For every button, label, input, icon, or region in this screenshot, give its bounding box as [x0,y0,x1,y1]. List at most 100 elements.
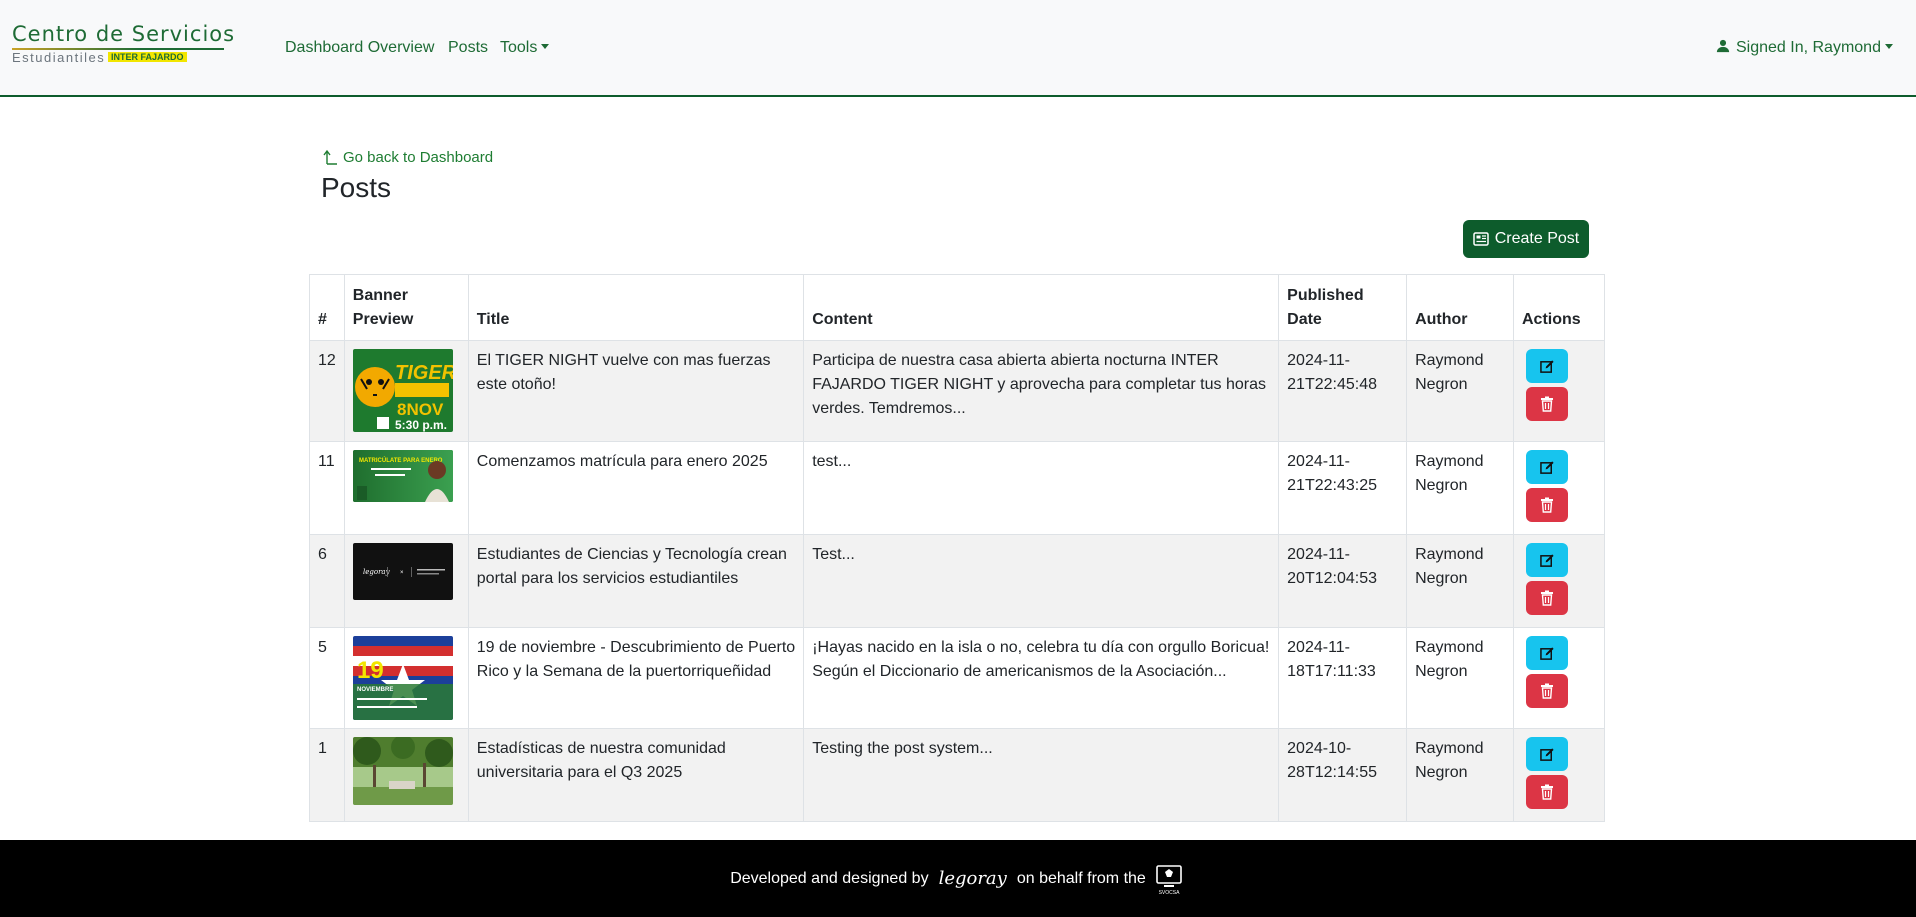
post-date: 2024-11- 21T22:43:25 [1278,441,1408,535]
post-title: El TIGER NIGHT vuelve con mas fuerzas es… [467,340,805,442]
nav-tools-dropdown[interactable]: Tools [500,38,550,58]
delete-post-button[interactable] [1526,488,1568,522]
header-banner-preview: Banner Preview [343,274,469,341]
edit-icon [1539,359,1554,373]
banner-thumbnail[interactable]: TIGER 8NOV 5:30 p.m. [352,349,453,432]
edit-post-button[interactable] [1526,737,1568,771]
table-row: 5 19 NOVIEMBRE 19 de noviembre - Descubr… [309,627,1605,729]
post-content: Participa de nuestra casa abierta abiert… [803,340,1280,442]
date-part: 2024-10- [1287,740,1352,757]
thumb-matricula-text: MATRICÚLATE PARA ENERO [359,457,443,464]
actions-cell [1513,340,1605,442]
brand-logo[interactable]: Centro de Servicios Estudiantiles INTER … [12,22,234,66]
post-title: Comenzamos matrícula para enero 2025 [467,441,805,535]
banner-cell [343,728,469,822]
computer-logo-icon: SVOCSA [1156,864,1182,896]
post-author: Raymond Negron [1406,441,1514,535]
date-part: 2024-11- [1287,639,1350,656]
banner-thumbnail[interactable]: MATRICÚLATE PARA ENERO [352,450,453,502]
banner-cell: 19 NOVIEMBRE [343,627,469,729]
author-last: Negron [1415,376,1468,393]
post-date: 2024-11- 20T12:04:53 [1278,534,1408,628]
author-last: Negron [1415,570,1468,587]
svg-text:legoray: legoray [363,568,391,576]
post-date: 2024-11- 21T22:45:48 [1278,340,1408,442]
post-id: 5 [309,627,345,729]
date-part: 2024-11- [1287,546,1350,563]
delete-post-button[interactable] [1526,775,1568,809]
nav-dashboard-overview[interactable]: Dashboard Overview [285,38,434,58]
post-id: 1 [309,728,345,822]
post-content: Testing the post system... [803,728,1280,822]
nav-posts[interactable]: Posts [448,38,488,58]
header-published-date: Published Date [1278,274,1408,341]
post-title: Estadísticas de nuestra comunidad univer… [467,728,805,822]
trash-icon [1541,396,1553,412]
date-part: 2024-11- [1287,453,1350,470]
svocsa-logo-text: SVOCSA [1158,890,1180,896]
top-navbar: Centro de Servicios Estudiantiles INTER … [0,0,1916,97]
date-part: 21T22:43:25 [1287,477,1377,494]
post-author: Raymond Negron [1406,627,1514,729]
post-date: 2024-11- 18T17:11:33 [1278,627,1408,729]
post-id: 6 [309,534,345,628]
table-header-row: # Banner Preview Title Content Published… [309,274,1605,341]
newspaper-icon [1473,232,1489,246]
thumb-19-text: 19 [357,657,384,684]
banner-cell: MATRICÚLATE PARA ENERO [343,441,469,535]
thumb-noviembre-text: NOVIEMBRE [357,687,393,693]
banner-thumbnail[interactable] [352,737,453,805]
trash-icon [1541,497,1553,513]
edit-post-button[interactable] [1526,543,1568,577]
delete-post-button[interactable] [1526,581,1568,615]
trash-icon [1541,590,1553,606]
back-link-label: Go back to Dashboard [343,149,494,166]
delete-post-button[interactable] [1526,674,1568,708]
edit-icon [1539,460,1554,474]
actions-cell [1513,534,1605,628]
footer: Developed and designed by legoray on beh… [0,840,1916,917]
user-menu-dropdown[interactable]: Signed In, Raymond [1716,38,1893,58]
posts-table: # Banner Preview Title Content Published… [309,274,1605,822]
post-content: ¡Hayas nacido en la isla o no, celebra t… [803,627,1280,729]
author-first: Raymond [1415,639,1484,656]
post-id: 12 [309,340,345,442]
date-part: 21T22:45:48 [1287,376,1377,393]
actions-cell [1513,627,1605,729]
back-to-dashboard-link[interactable]: Go back to Dashboard [323,148,493,168]
edit-icon [1539,747,1554,761]
post-author: Raymond Negron [1406,340,1514,442]
banner-cell: TIGER 8NOV 5:30 p.m. [343,340,469,442]
create-post-button[interactable]: Create Post [1463,220,1589,258]
header-title: Title [467,274,805,341]
table-row: 11 MATRICÚLATE PARA ENERO Comenzamos mat… [309,441,1605,535]
svg-text:×: × [400,570,404,576]
nav-tools-label: Tools [500,39,538,56]
date-part: 18T17:11:33 [1287,663,1376,680]
svocsa-logo[interactable]: SVOCSA [1152,862,1186,896]
thumb-tiger-text: TIGER [395,362,453,384]
brand-subtitle: Estudiantiles [12,50,106,65]
edit-icon [1539,646,1554,660]
post-author: Raymond Negron [1406,534,1514,628]
banner-thumbnail[interactable]: 19 NOVIEMBRE [352,636,453,720]
table-row: 1 Estadísticas de nuestra comunidad univ… [309,728,1605,822]
edit-post-button[interactable] [1526,450,1568,484]
edit-post-button[interactable] [1526,349,1568,383]
post-date: 2024-10- 28T12:14:55 [1278,728,1408,822]
edit-post-button[interactable] [1526,636,1568,670]
page-title: Posts [321,172,392,203]
author-last: Negron [1415,764,1468,781]
table-row: 12 TIGER 8NOV 5:30 p.m. El TIGER NIGHT v… [309,340,1605,442]
developer-signature[interactable]: legoray [939,868,1007,889]
banner-cell: legoray × [343,534,469,628]
author-first: Raymond [1415,740,1484,757]
footer-middle: on behalf from the [1016,869,1146,887]
date-part: 2024-11- [1287,352,1350,369]
brand-title: Centro de Servicios [12,22,236,46]
actions-cell [1513,728,1605,822]
banner-thumbnail[interactable]: legoray × [352,543,453,600]
delete-post-button[interactable] [1526,387,1568,421]
post-content: test... [803,441,1280,535]
footer-prefix: Developed and designed by [730,869,929,887]
